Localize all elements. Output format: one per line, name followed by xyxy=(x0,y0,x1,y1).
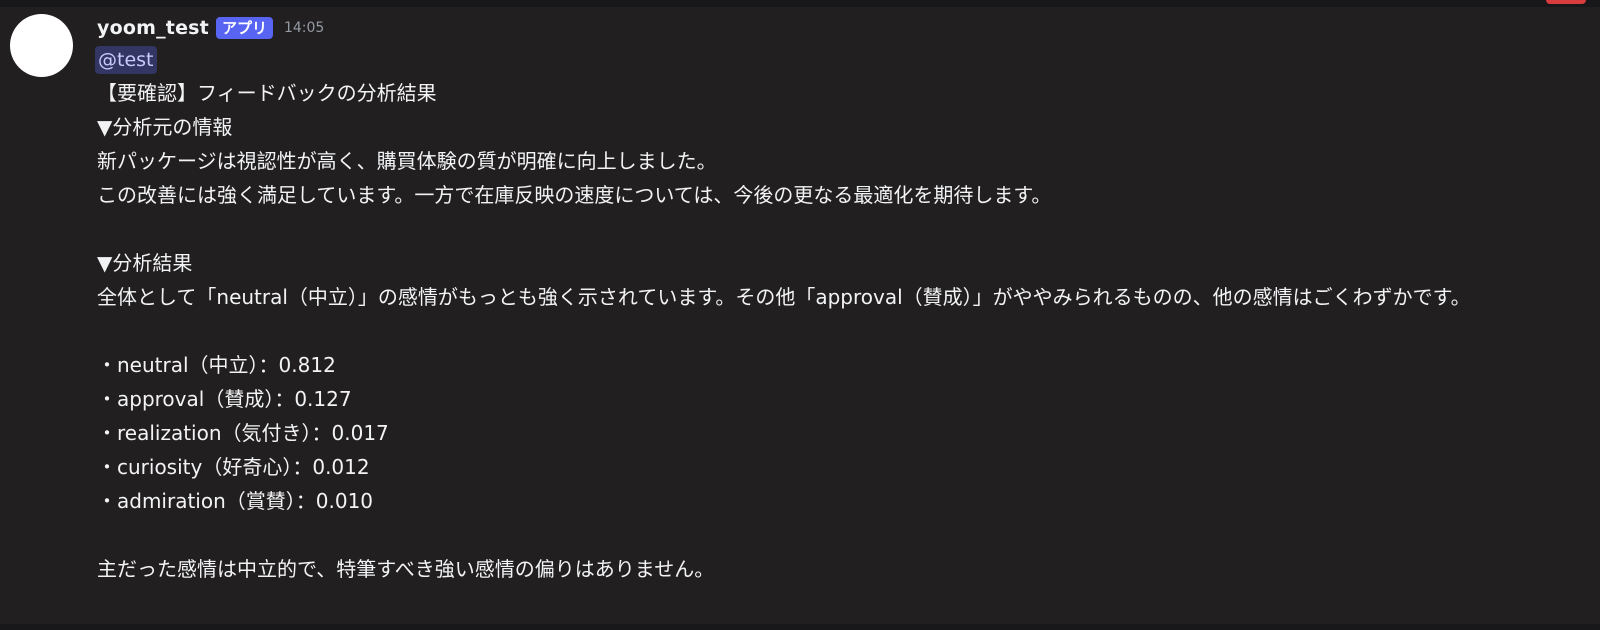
author-name[interactable]: yoom_test xyxy=(97,17,209,39)
top-corner-indicator xyxy=(1546,0,1586,4)
emotion-score-item: ・approval（賛成）：0.127 xyxy=(97,387,352,411)
app-badge: アプリ xyxy=(215,17,273,39)
chat-message: yoom_test アプリ 14:05 @test 【要確認】フィードバックの分… xyxy=(0,7,1600,624)
emotion-score-item: ・neutral（中立）：0.812 xyxy=(97,353,336,377)
message-header: yoom_test アプリ 14:05 xyxy=(97,15,324,41)
top-window-strip xyxy=(0,0,1600,7)
emotion-score-item: ・realization（気付き）：0.017 xyxy=(97,421,389,445)
source-line: 新パッケージは視認性が高く、購買体験の質が明確に向上しました。 xyxy=(97,149,717,173)
emotion-score-item: ・curiosity（好奇心）：0.012 xyxy=(97,455,370,479)
result-heading: ▼分析結果 xyxy=(97,251,193,275)
avatar[interactable] xyxy=(10,14,73,77)
bottom-window-strip xyxy=(0,624,1600,630)
result-summary: 全体として「neutral（中立）」の感情がもっとも強く示されています。その他「… xyxy=(97,285,1471,309)
source-heading: ▼分析元の情報 xyxy=(97,115,233,139)
message-title: 【要確認】フィードバックの分析結果 xyxy=(97,81,437,105)
user-mention[interactable]: @test xyxy=(95,46,157,74)
message-body: 【要確認】フィードバックの分析結果 ▼分析元の情報 新パッケージは視認性が高く、… xyxy=(97,76,1587,586)
message-timestamp[interactable]: 14:05 xyxy=(284,20,324,36)
source-line: この改善には強く満足しています。一方で在庫反映の速度については、今後の更なる最適… xyxy=(97,183,1052,207)
conclusion-text: 主だった感情は中立的で、特筆すべき強い感情の偏りはありません。 xyxy=(97,557,715,581)
emotion-score-item: ・admiration（賞賛）：0.010 xyxy=(97,489,374,513)
